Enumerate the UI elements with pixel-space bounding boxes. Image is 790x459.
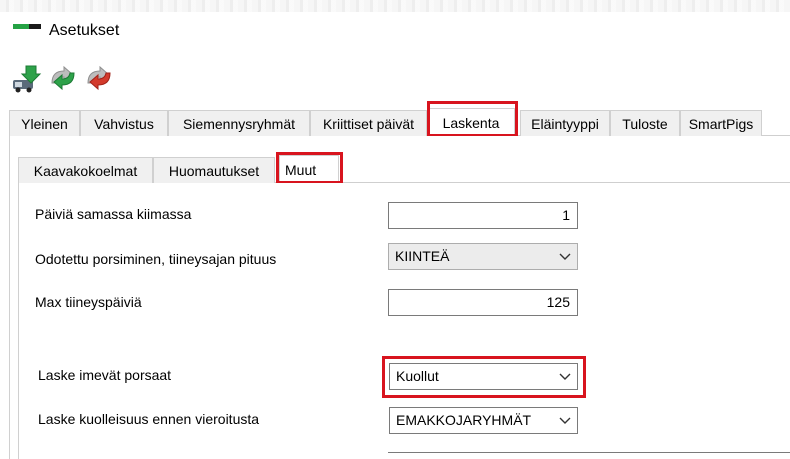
expected-farrowing-value: KIINTEÄ [395, 248, 450, 264]
count-mortality-label: Laske kuolleisuus ennen vieroitusta [38, 411, 260, 427]
tab-laskenta[interactable]: Laskenta [427, 108, 515, 136]
tab-vahvistus[interactable]: Vahvistus [80, 110, 168, 136]
tab-elaintyyppi[interactable]: Eläintyyppi [520, 110, 610, 136]
cancel-button[interactable] [82, 63, 116, 93]
same-heat-days-input[interactable]: 1 [388, 202, 578, 229]
app-icon [13, 24, 41, 29]
tab-huomautukset[interactable]: Huomautukset [153, 157, 275, 183]
same-heat-days-label: Päiviä samassa kiimassa [35, 206, 192, 222]
chevron-down-icon [559, 253, 571, 260]
cancel-arrows-icon [87, 65, 111, 91]
chevron-down-icon [559, 417, 571, 424]
tab-smartpigs[interactable]: SmartPigs [680, 110, 762, 136]
truck-import-icon [13, 65, 42, 93]
window-title: Asetukset [49, 22, 120, 39]
chevron-down-icon [559, 373, 571, 380]
max-gestation-days-input[interactable]: 125 [388, 289, 578, 316]
tab-siemennysryhmat[interactable]: Siemennysryhmät [168, 110, 310, 136]
title-bar-background [0, 0, 790, 12]
next-field-edge [388, 452, 790, 453]
tab-tuloste[interactable]: Tuloste [610, 110, 680, 136]
main-tab-strip: Yleinen Vahvistus Siemennysryhmät Kriitt… [9, 108, 790, 136]
sub-tab-strip: Kaavakokoelmat Huomautukset Muut [18, 155, 790, 183]
count-suckling-value: Kuollut [396, 368, 439, 384]
max-gestation-days-label: Max tiineyspäiviä [35, 294, 142, 310]
import-button[interactable] [10, 63, 44, 93]
count-mortality-value: EMAKKOJARYHMÄT [396, 412, 532, 428]
tab-muut[interactable]: Muut [279, 155, 339, 183]
expected-farrowing-select[interactable]: KIINTEÄ [388, 243, 578, 270]
tab-kriittiset-paivat[interactable]: Kriittiset päivät [310, 110, 427, 136]
tab-yleinen[interactable]: Yleinen [9, 110, 80, 136]
count-suckling-label: Laske imevät porsaat [38, 367, 172, 383]
toolbar [10, 63, 140, 93]
count-mortality-select[interactable]: EMAKKOJARYHMÄT [389, 407, 578, 434]
tab-kaavakokoelmat[interactable]: Kaavakokoelmat [18, 157, 153, 183]
refresh-button[interactable] [46, 63, 80, 93]
expected-farrowing-label: Odotettu porsiminen, tiineysajan pituus [35, 251, 277, 267]
refresh-arrows-icon [51, 65, 75, 91]
count-suckling-select[interactable]: Kuollut [389, 363, 578, 390]
